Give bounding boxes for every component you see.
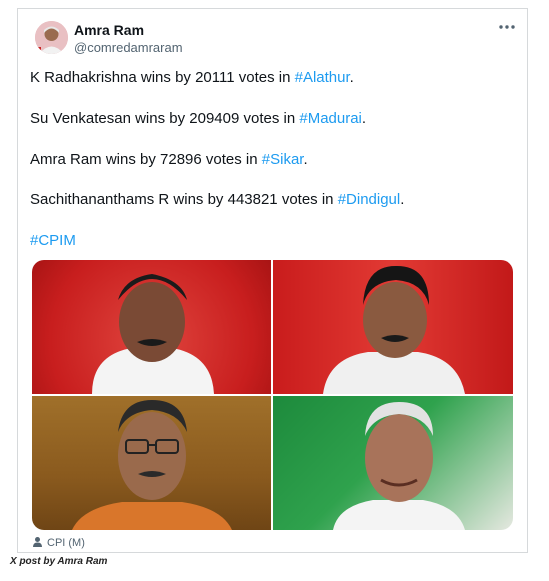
hashtag-link[interactable]: #Dindigul — [338, 191, 401, 208]
line-text: K Radhakrishna wins by 20111 votes in — [30, 69, 295, 86]
source-label[interactable]: CPI (M) — [32, 536, 85, 550]
tweet-line-4: Sachithananthams R wins by 443821 votes … — [30, 191, 404, 208]
line-text: Sachithananthams R wins by 443821 votes … — [30, 191, 338, 208]
line-end: . — [361, 110, 367, 127]
hashtag-cpim[interactable]: #CPIM — [30, 232, 76, 249]
avatar[interactable] — [35, 21, 68, 54]
photo-2[interactable] — [273, 260, 513, 394]
tweet-line-1: K Radhakrishna wins by 20111 votes in #A… — [30, 69, 354, 86]
hashtag-link[interactable]: #Madurai — [299, 110, 362, 127]
hashtag-link[interactable]: #Alathur — [295, 69, 350, 86]
line-end: . — [303, 151, 308, 168]
tweet-line-3: Amra Ram wins by 72896 votes in #Sikar. — [30, 151, 308, 168]
line-end: . — [400, 191, 405, 208]
tweet-card: Amra Ram @comredamraram K Radhakrishna w… — [17, 8, 528, 553]
source-text: CPI (M) — [47, 537, 85, 549]
user-icon — [32, 536, 43, 550]
media-grid[interactable] — [32, 260, 513, 530]
author-name[interactable]: Amra Ram — [74, 22, 144, 38]
line-text: Su Venkatesan wins by 209409 votes in — [30, 110, 300, 127]
image-caption: X post by Amra Ram — [10, 556, 108, 567]
tweet-line-2: Su Venkatesan wins by 209409 votes in #M… — [30, 110, 366, 127]
line-text: Amra Ram wins by 72896 votes in — [30, 151, 262, 168]
photo-4[interactable] — [273, 396, 513, 530]
hashtag-link[interactable]: #Sikar — [262, 151, 304, 168]
line-end: . — [349, 69, 354, 86]
photo-1[interactable] — [32, 260, 271, 394]
photo-3[interactable] — [32, 396, 271, 530]
more-options-icon[interactable] — [496, 19, 518, 35]
author-handle[interactable]: @comredamraram — [74, 40, 183, 55]
